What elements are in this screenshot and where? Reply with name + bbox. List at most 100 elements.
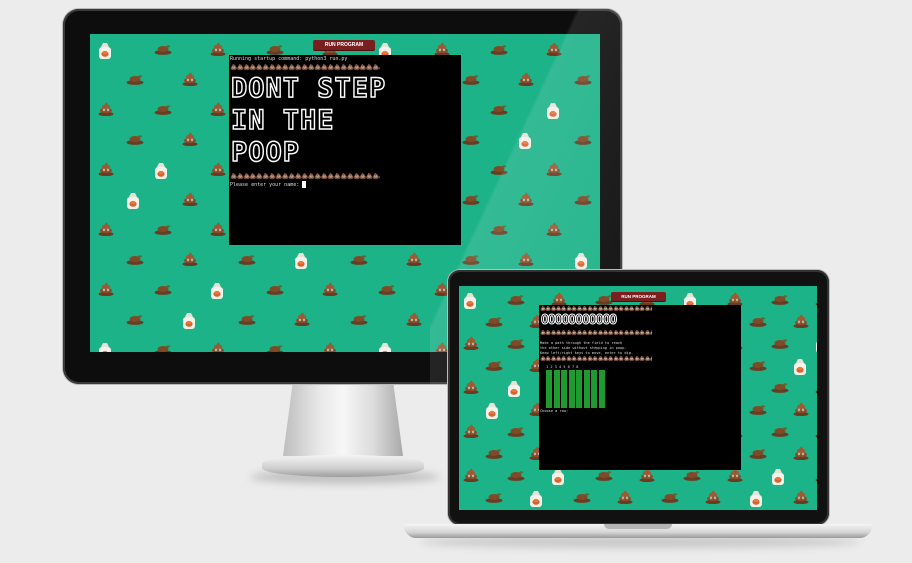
turd-icon bbox=[126, 312, 144, 328]
poop-icon bbox=[815, 424, 817, 441]
turd-icon bbox=[749, 358, 767, 374]
turd-icon bbox=[126, 72, 144, 88]
info-line-1: Make a path through the field to reach bbox=[540, 341, 623, 345]
poop-icon bbox=[322, 342, 338, 352]
startup-command-text: Running startup command: python3 run.py bbox=[230, 56, 348, 62]
poop-icon bbox=[210, 342, 226, 352]
poop-bag-icon bbox=[749, 490, 763, 510]
name-prompt-text: Please enter your name: bbox=[230, 182, 303, 188]
turd-icon bbox=[595, 468, 613, 484]
poop-icon bbox=[98, 222, 114, 239]
turd-icon bbox=[154, 102, 172, 118]
turd-icon bbox=[573, 490, 591, 506]
turd-icon bbox=[378, 282, 396, 298]
poop-icon bbox=[210, 42, 226, 59]
turd-icon bbox=[485, 358, 503, 374]
poop-bag-icon bbox=[210, 282, 224, 303]
grid-column bbox=[591, 370, 597, 408]
poop-icon bbox=[98, 162, 114, 179]
poop-bag-icon bbox=[529, 490, 543, 510]
grid-column bbox=[546, 370, 552, 408]
poop-icon bbox=[793, 402, 809, 419]
terminal-window-laptop[interactable]: 💩💩💩💩💩💩💩💩💩💩💩💩💩💩💩💩💩💩💩💩💩💩💩💩💩💩💩💩💩💩💩💩💩💩💩💩 OOO… bbox=[539, 305, 741, 470]
poop-bag-icon bbox=[507, 380, 521, 401]
terminal-window[interactable]: Running startup command: python3 run.py … bbox=[229, 55, 461, 245]
turd-icon bbox=[507, 468, 525, 484]
grid-column bbox=[568, 370, 575, 408]
monitor-stand-base bbox=[262, 455, 424, 477]
run-program-button-laptop[interactable]: RUN PROGRAM bbox=[611, 292, 666, 301]
grid-column bbox=[553, 370, 560, 408]
poop-icon bbox=[793, 490, 809, 507]
poop-icon bbox=[182, 72, 198, 89]
poop-icon bbox=[210, 222, 226, 239]
poop-bag-icon bbox=[463, 292, 477, 313]
turd-icon bbox=[238, 252, 256, 268]
turd-icon bbox=[749, 402, 767, 418]
text-cursor[interactable] bbox=[302, 181, 307, 188]
turd-icon bbox=[154, 42, 172, 58]
poop-bag-icon bbox=[154, 162, 168, 183]
poop-bag-icon bbox=[485, 402, 499, 423]
poop-divider-middle: 💩💩💩💩💩💩💩💩💩💩💩💩💩💩💩💩💩💩💩💩💩💩💩💩💩💩💩💩💩💩💩💩💩💩💩💩 bbox=[540, 330, 652, 336]
turd-icon bbox=[507, 424, 525, 440]
poop-bag-icon bbox=[793, 358, 807, 379]
turd-icon bbox=[771, 336, 789, 352]
poop-icon bbox=[322, 282, 338, 299]
poop-bag-icon bbox=[771, 468, 785, 489]
turd-icon bbox=[350, 252, 368, 268]
game-title-line-1: DONT STEP bbox=[230, 73, 387, 104]
laptop-screen: RUN PROGRAM 💩💩💩💩💩💩💩💩💩💩💩💩💩💩💩💩💩💩💩💩💩💩💩💩💩💩💩💩… bbox=[459, 286, 817, 510]
turd-icon bbox=[154, 222, 172, 238]
poop-icon bbox=[406, 252, 422, 269]
grid-column bbox=[561, 370, 567, 408]
poop-icon bbox=[182, 252, 198, 269]
turd-icon bbox=[266, 282, 284, 298]
turd-icon bbox=[771, 424, 789, 440]
poop-icon bbox=[727, 468, 743, 485]
poop-icon bbox=[793, 446, 809, 463]
game-field-grid bbox=[546, 370, 606, 410]
turd-icon bbox=[485, 446, 503, 462]
circle-row: OOOOOOOOOOO bbox=[540, 313, 617, 328]
laptop-notch bbox=[604, 524, 672, 529]
poop-icon bbox=[463, 468, 479, 485]
row-prompt: Choose a row: bbox=[540, 409, 569, 413]
turd-icon bbox=[350, 312, 368, 328]
poop-bag-icon bbox=[815, 336, 817, 357]
poop-icon bbox=[815, 292, 817, 309]
poop-bag-icon bbox=[126, 192, 140, 213]
turd-icon bbox=[507, 336, 525, 352]
info-line-2: the other side without stepping in poop. bbox=[540, 346, 627, 350]
poop-divider-top: 💩💩💩💩💩💩💩💩💩💩💩💩💩💩💩💩💩💩💩💩💩💩💩💩💩💩💩💩💩💩💩💩💩💩💩💩 bbox=[540, 306, 652, 312]
grid-column bbox=[598, 370, 605, 408]
poop-bag-icon bbox=[98, 342, 112, 352]
run-program-button[interactable]: RUN PROGRAM bbox=[313, 40, 375, 50]
monitor-stand bbox=[283, 384, 403, 456]
grid-header: 1 2 3 4 5 6 7 8 bbox=[546, 365, 579, 369]
poop-icon bbox=[98, 102, 114, 119]
poop-icon bbox=[463, 424, 479, 441]
poop-bag-icon bbox=[294, 252, 308, 273]
poop-divider-bottom: 💩💩💩💩💩💩💩💩💩💩💩💩💩💩💩💩💩💩💩💩💩💩💩💩💩💩💩💩💩💩💩💩💩💩💩💩 bbox=[540, 356, 652, 362]
poop-divider-top: 💩💩💩💩💩💩💩💩💩💩💩💩💩💩💩💩💩💩💩💩💩💩💩💩💩💩💩💩💩💩 bbox=[230, 64, 380, 71]
turd-icon bbox=[771, 292, 789, 308]
poop-bag-icon bbox=[182, 312, 196, 333]
turd-icon bbox=[485, 490, 503, 506]
poop-icon bbox=[98, 282, 114, 299]
poop-icon bbox=[210, 162, 226, 179]
turd-icon bbox=[154, 342, 172, 352]
poop-bag-icon bbox=[378, 342, 392, 352]
poop-bag-icon bbox=[551, 468, 565, 489]
poop-icon bbox=[294, 312, 310, 329]
poop-icon bbox=[210, 102, 226, 119]
turd-icon bbox=[749, 446, 767, 462]
grid-column bbox=[583, 370, 590, 408]
poop-icon bbox=[815, 468, 817, 485]
turd-icon bbox=[661, 490, 679, 506]
poop-icon bbox=[793, 314, 809, 331]
game-title-line-3: POOP bbox=[230, 137, 301, 168]
poop-icon bbox=[639, 468, 655, 485]
poop-icon bbox=[182, 192, 198, 209]
poop-icon bbox=[182, 132, 198, 149]
